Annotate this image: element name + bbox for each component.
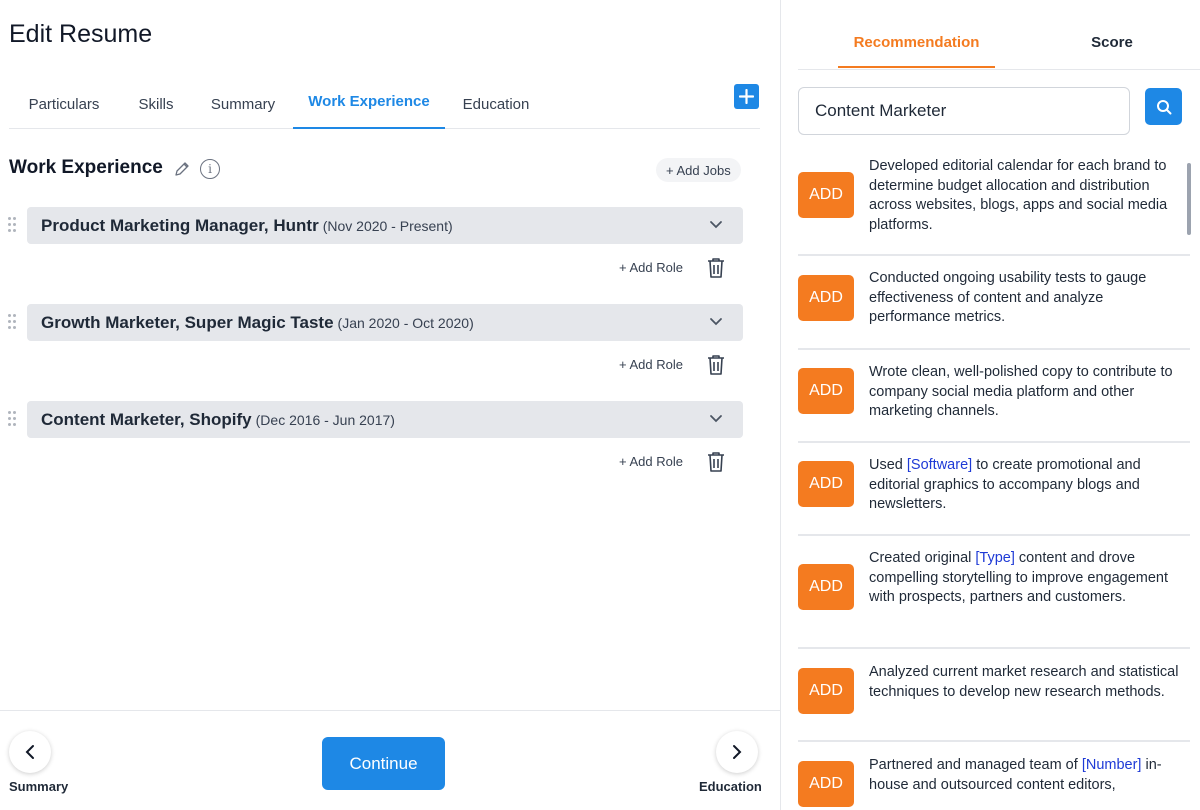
add-role-button[interactable]: + Add Role [619,357,683,372]
add-recommendation-button[interactable]: ADD [798,368,854,414]
list-item: ADD Developed editorial calendar for eac… [798,146,1190,256]
add-recommendation-button[interactable]: ADD [798,668,854,714]
add-recommendation-button[interactable]: ADD [798,275,854,321]
recommendation-text: Used [Software] to create promotional an… [869,457,1141,512]
info-icon[interactable]: i [200,159,220,179]
chevron-down-icon[interactable] [709,414,723,424]
job-header[interactable]: Content Marketer, Shopify (Dec 2016 - Ju… [27,401,743,438]
job-dates: (Jan 2020 - Oct 2020) [337,314,474,331]
search-button[interactable] [1145,88,1182,125]
plus-icon [739,89,754,104]
chevron-left-icon [25,745,34,759]
prev-section-button[interactable] [9,731,51,773]
trash-icon[interactable] [706,354,726,376]
recommendation-text: Created original [Type] content and drov… [869,550,1169,605]
next-section-button[interactable] [716,731,758,773]
job-header[interactable]: Product Marketing Manager, Huntr (Nov 20… [27,207,743,244]
prev-section-label[interactable]: Summary [9,779,68,794]
continue-button[interactable]: Continue [322,737,445,790]
placeholder-token: [Number] [1081,757,1142,773]
add-recommendation-button[interactable]: ADD [798,564,854,610]
tab-education[interactable]: Education [451,80,541,129]
add-section-button[interactable] [734,84,759,109]
search-input[interactable] [798,87,1130,135]
add-recommendation-button[interactable]: ADD [798,461,854,507]
list-item: ADD Wrote clean, well-polished copy to c… [798,350,1190,443]
trash-icon[interactable] [706,451,726,473]
add-role-button[interactable]: + Add Role [619,260,683,275]
page-title: Edit Resume [9,20,153,48]
add-jobs-button[interactable]: + Add Jobs [656,158,741,182]
tab-work-experience[interactable]: Work Experience [293,80,445,129]
scrollbar[interactable] [1187,163,1191,235]
list-item: ADD Conducted ongoing usability tests to… [798,256,1190,350]
job-title: Content Marketer, Shopify [41,409,252,429]
job-dates: (Dec 2016 - Jun 2017) [255,411,395,428]
list-item: ADD Partnered and managed team of [Numbe… [798,742,1190,810]
placeholder-token: [Software] [906,457,973,473]
next-section-label[interactable]: Education [699,779,762,794]
section-tabs: Particulars Skills Summary Work Experien… [9,80,760,129]
tab-particulars[interactable]: Particulars [9,80,119,129]
add-recommendation-button[interactable]: ADD [798,761,854,807]
add-role-button[interactable]: + Add Role [619,454,683,469]
tabs-divider [798,69,1200,70]
drag-handle-icon[interactable] [8,314,18,330]
search-icon [1156,99,1171,114]
tab-score[interactable]: Score [1056,22,1168,68]
job-title: Product Marketing Manager, Huntr [41,215,319,235]
recommendation-text: Partnered and managed team of [Number] i… [869,757,1162,793]
trash-icon[interactable] [706,257,726,279]
editor-pane: Edit Resume Particulars Skills Summary W… [0,0,781,810]
job-title: Growth Marketer, Super Magic Taste [41,312,334,332]
recommendation-text: Wrote clean, well-polished copy to contr… [869,364,1173,419]
add-recommendation-button[interactable]: ADD [798,172,854,218]
recommendation-text: Analyzed current market research and sta… [869,664,1179,700]
placeholder-token: [Type] [975,550,1015,566]
recommendation-text: Conducted ongoing usability tests to gau… [869,270,1147,325]
recommendation-pane: Recommendation Score ADD Developed edito… [781,0,1200,810]
chevron-right-icon [733,745,742,759]
recommendation-text: Developed editorial calendar for each br… [869,158,1168,233]
chevron-down-icon[interactable] [709,317,723,327]
list-item: ADD Analyzed current market research and… [798,649,1190,742]
recommendation-list: ADD Developed editorial calendar for eac… [798,146,1190,810]
list-item: ADD Created original [Type] content and … [798,536,1190,649]
job-dates: (Nov 2020 - Present) [322,217,453,234]
tab-summary[interactable]: Summary [197,80,289,129]
list-item: ADD Used [Software] to create promotiona… [798,443,1190,536]
job-header[interactable]: Growth Marketer, Super Magic Taste (Jan … [27,304,743,341]
drag-handle-icon[interactable] [8,217,18,233]
footer-nav: Summary Continue Education [0,710,781,810]
drag-handle-icon[interactable] [8,411,18,427]
tab-recommendation[interactable]: Recommendation [838,22,995,68]
pencil-icon[interactable] [173,160,191,178]
chevron-down-icon[interactable] [709,220,723,230]
section-title: Work Experience [9,157,163,178]
tab-skills[interactable]: Skills [121,80,191,129]
